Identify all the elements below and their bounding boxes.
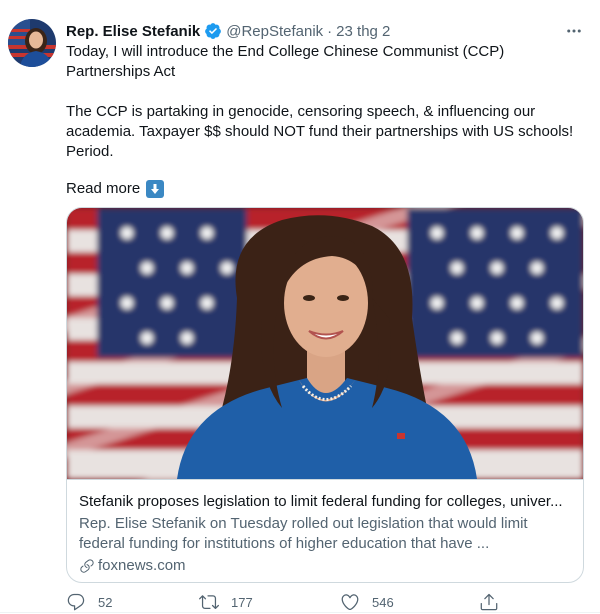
like-button[interactable]: 546	[340, 592, 394, 612]
more-options-icon	[567, 29, 581, 33]
tweet-actions: 52 177 546	[66, 592, 506, 614]
like-count: 546	[372, 594, 394, 610]
reply-icon	[67, 593, 85, 611]
down-arrow-emoji-icon	[146, 180, 165, 198]
tweet-text: Today, I will introduce the End College …	[66, 42, 581, 162]
tweet-header: Rep. Elise Stefanik @RepStefanik · 23 th…	[66, 21, 586, 41]
read-more[interactable]: Read more	[66, 179, 165, 199]
reply-count: 52	[98, 594, 113, 610]
card-meta: Stefanik proposes legislation to limit f…	[79, 492, 571, 576]
link-icon	[80, 559, 94, 573]
separator-dot: ·	[327, 22, 333, 40]
retweet-count: 177	[231, 594, 253, 610]
card-photo	[67, 208, 583, 479]
verified-badge-icon	[204, 22, 222, 40]
card-image	[67, 208, 583, 480]
avatar[interactable]	[8, 19, 56, 67]
tweet-paragraph-2: The CCP is partaking in genocide, censor…	[66, 103, 574, 160]
timestamp[interactable]: 23 thg 2	[336, 23, 390, 40]
tweet-paragraph-1: Today, I will introduce the End College …	[66, 43, 505, 80]
more-options-button[interactable]	[562, 19, 586, 43]
reply-button[interactable]: 52	[66, 592, 112, 612]
like-icon	[341, 594, 359, 611]
card-title: Stefanik proposes legislation to limit f…	[79, 493, 563, 510]
card-domain-label: foxnews.com	[98, 557, 186, 574]
share-button[interactable]	[479, 592, 499, 612]
card-domain: foxnews.com	[79, 556, 571, 576]
card-description: Rep. Elise Stefanik on Tuesday rolled ou…	[79, 515, 528, 552]
retweet-icon	[199, 595, 219, 610]
author-handle[interactable]: @RepStefanik	[226, 23, 323, 40]
share-icon	[480, 593, 498, 611]
retweet-button[interactable]: 177	[199, 592, 253, 612]
link-card[interactable]: Stefanik proposes legislation to limit f…	[66, 207, 584, 583]
tweet[interactable]: Rep. Elise Stefanik @RepStefanik · 23 th…	[0, 0, 600, 613]
avatar-image	[8, 19, 56, 67]
read-more-label: Read more	[66, 180, 141, 197]
author-name[interactable]: Rep. Elise Stefanik	[66, 23, 200, 40]
